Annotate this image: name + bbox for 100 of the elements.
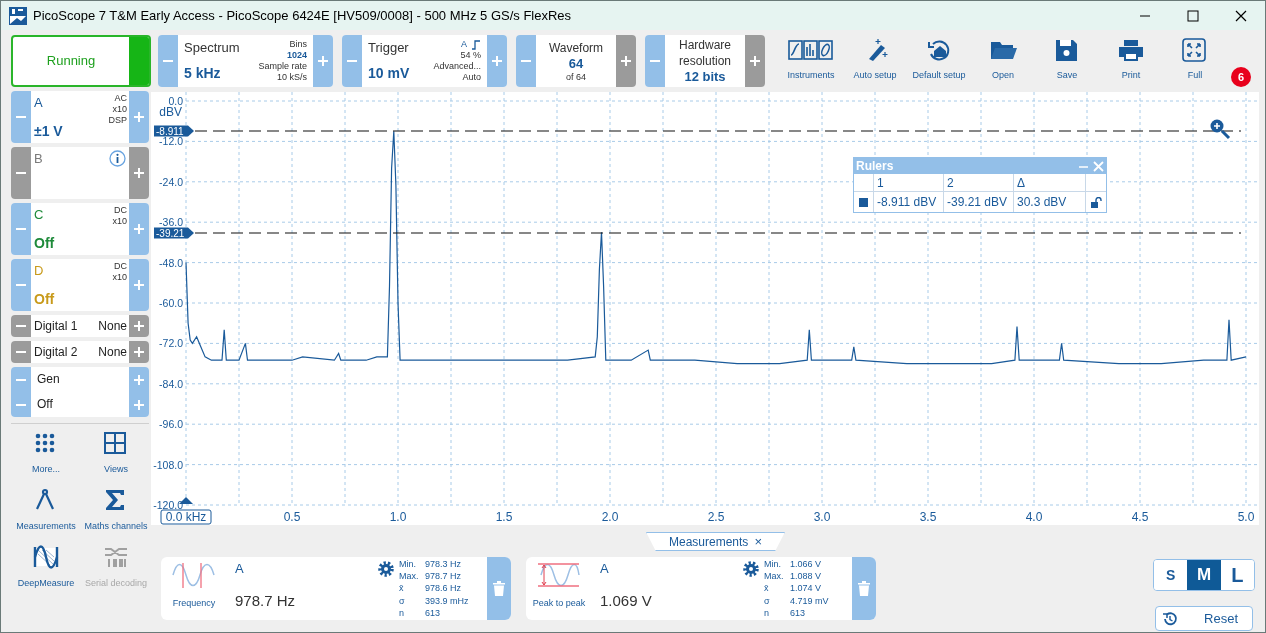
measurement-channel: A (235, 560, 245, 578)
minus-button[interactable] (158, 35, 178, 87)
tool-button[interactable]: Measurements (11, 486, 81, 539)
minus-button[interactable] (516, 35, 536, 87)
minus-button[interactable] (11, 203, 31, 255)
notification-badge: 6 (1231, 67, 1251, 87)
toolbar-button[interactable]: Auto setup (843, 35, 907, 87)
plus-icon (134, 399, 144, 410)
unlocked-padlock-icon[interactable] (1090, 196, 1102, 208)
plus-icon (134, 168, 144, 178)
close-icon[interactable] (1235, 9, 1247, 22)
statistic-label: x̄ (399, 583, 405, 596)
plus-button[interactable] (745, 35, 765, 87)
plus-icon (621, 56, 631, 66)
minus-button[interactable] (11, 315, 31, 337)
info-icon[interactable] (109, 150, 126, 167)
plus-button[interactable] (129, 315, 149, 337)
statistic-value: 613 (790, 607, 807, 620)
tool-button[interactable]: DeepMeasure (11, 543, 81, 596)
zoom-icon[interactable] (1209, 118, 1231, 140)
measurement-channel: A (600, 560, 610, 578)
control-value: 10 mV (368, 64, 410, 83)
maximize-icon[interactable] (1187, 9, 1199, 22)
toolbar-button[interactable]: Default setup (907, 35, 971, 87)
plus-icon (492, 56, 502, 66)
control-value: 64 (568, 55, 584, 72)
control-detail: 1024 (286, 50, 307, 61)
axis-tick-label: 1.0 (389, 510, 407, 524)
minus-button[interactable] (11, 147, 31, 199)
statistic-label: Max. (764, 571, 785, 584)
peak-to-peak-wave-icon (537, 561, 581, 589)
minus-button[interactable] (342, 35, 362, 87)
settings-icon[interactable] (377, 560, 395, 578)
axis-unit-label: dBV (159, 105, 182, 119)
statistic-value: 393.9 mHz (425, 595, 470, 608)
control-title: Waveform (548, 39, 604, 56)
control-detail: 54 % (460, 50, 481, 61)
axis-tick-label: 4.0 (1025, 510, 1043, 524)
minus-icon (347, 60, 357, 62)
run-button[interactable]: Running (11, 35, 151, 87)
toolbar-button[interactable]: Save (1035, 35, 1099, 87)
tool-button[interactable]: Maths channels (81, 486, 151, 539)
plus-button[interactable] (129, 367, 149, 392)
plus-button[interactable] (616, 35, 636, 87)
statistic-value: 4.719 mV (790, 595, 830, 608)
axis-tick-label: -84.0 (159, 377, 183, 390)
statistic-value: 978.7 Hz (425, 571, 463, 584)
channel-label: Digital 2 (33, 344, 78, 361)
ruler-marker: -8.911 (154, 125, 194, 137)
measurements-tab[interactable]: Measurements × (646, 532, 785, 551)
size-toggle[interactable]: M (1187, 560, 1221, 590)
minus-button[interactable] (11, 392, 31, 417)
delete-button[interactable] (487, 557, 511, 620)
plus-button[interactable] (129, 341, 149, 363)
column-header: Δ (1017, 176, 1025, 190)
minus-button[interactable] (11, 367, 31, 392)
waveform-icon (33, 545, 59, 571)
plus-icon (134, 112, 144, 122)
statistic-label: n (399, 607, 405, 620)
settings-icon[interactable] (742, 560, 760, 578)
plus-button[interactable] (129, 203, 149, 255)
statistic-label: x̄ (764, 583, 770, 596)
panel-title: Rulers (856, 158, 894, 175)
axis-tick-label: -120.0 (153, 499, 183, 511)
plus-button[interactable] (313, 35, 333, 87)
x-tick-label: 0.0 kHz (165, 510, 207, 524)
generator-label: Off (36, 396, 53, 413)
plus-button[interactable] (129, 91, 149, 143)
tab-close-button[interactable]: × (754, 535, 762, 548)
plus-button[interactable] (487, 35, 507, 87)
tool-button[interactable]: More... (11, 429, 81, 482)
app-logo-icon (9, 6, 27, 25)
statistic-value: 613 (425, 607, 442, 620)
toolbar-button[interactable]: Full (1163, 35, 1227, 87)
minus-icon (163, 60, 173, 62)
toolbar-button[interactable]: Instruments (779, 35, 843, 87)
statistic-value: 978.6 Hz (425, 583, 463, 596)
channel-range: Off (34, 234, 55, 253)
table-cell: 30.3 dBV (1017, 195, 1067, 209)
reset-button[interactable]: Reset (1155, 606, 1253, 631)
statistic-value: 978.3 Hz (425, 559, 463, 571)
statistic-label: Min. (764, 559, 782, 571)
channel-value: None (98, 318, 128, 335)
toolbar-button[interactable]: Open (971, 35, 1035, 87)
ref-line-label: -39.21 (156, 227, 185, 239)
tool-button[interactable]: Views (81, 429, 151, 482)
minus-button[interactable] (11, 91, 31, 143)
plus-button[interactable] (129, 259, 149, 311)
axis-tick-label: 5.0 (1237, 510, 1255, 524)
plus-icon (134, 321, 144, 331)
axis-tick-label: 0.5 (283, 510, 301, 524)
minus-button[interactable] (645, 35, 665, 87)
delete-button[interactable] (852, 557, 876, 620)
toolbar-button[interactable]: Print (1099, 35, 1163, 87)
minus-icon (16, 351, 26, 353)
minus-button[interactable] (11, 259, 31, 311)
channel-range: ±1 V (34, 122, 63, 141)
channel-label: Digital 1 (33, 318, 78, 335)
plus-button[interactable] (129, 392, 149, 417)
minus-button[interactable] (11, 341, 31, 363)
